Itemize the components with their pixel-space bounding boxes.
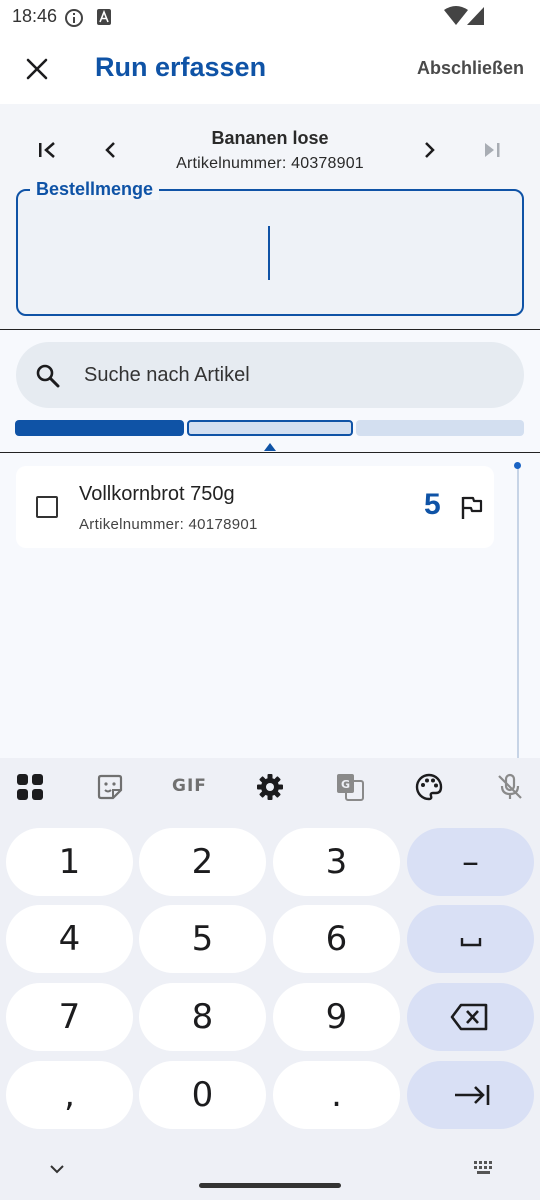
- mic-off-icon[interactable]: [495, 772, 525, 802]
- backspace-icon: [450, 1003, 488, 1031]
- item-quantity: 5: [424, 488, 441, 521]
- item-number: Artikelnummer: 40178901: [79, 516, 258, 533]
- close-icon[interactable]: [20, 52, 54, 86]
- key-period[interactable]: .: [273, 1061, 400, 1129]
- progress-segment-2[interactable]: [187, 420, 353, 436]
- search-bar[interactable]: Suche nach Artikel: [16, 342, 524, 408]
- key-comma[interactable]: ,: [6, 1061, 133, 1129]
- scrollbar-thumb[interactable]: [514, 462, 521, 469]
- flag-icon[interactable]: [458, 494, 486, 527]
- wifi-icon: [444, 6, 468, 31]
- key-3[interactable]: 3: [273, 828, 400, 896]
- hide-keyboard-icon[interactable]: [46, 1158, 68, 1185]
- key-4[interactable]: 4: [6, 905, 133, 973]
- palette-icon[interactable]: [414, 772, 444, 802]
- key-9[interactable]: 9: [273, 983, 400, 1051]
- tab-next-key[interactable]: [407, 1061, 534, 1129]
- quantity-input[interactable]: [16, 189, 524, 316]
- key-1[interactable]: 1: [6, 828, 133, 896]
- gif-button[interactable]: GIF: [172, 776, 208, 806]
- item-checkbox[interactable]: [36, 496, 58, 518]
- backspace-key[interactable]: [407, 983, 534, 1051]
- space-key[interactable]: [407, 905, 534, 973]
- key-minus[interactable]: –: [407, 828, 534, 896]
- finish-button[interactable]: Abschließen: [417, 58, 524, 79]
- signal-icon: [466, 6, 486, 31]
- item-name: Vollkornbrot 750g: [79, 483, 235, 505]
- font-a-icon: [96, 8, 112, 31]
- page-title: Run erfassen: [95, 52, 267, 82]
- gear-icon[interactable]: [255, 772, 285, 802]
- key-0[interactable]: 0: [139, 1061, 266, 1129]
- next-item-icon[interactable]: [414, 134, 446, 166]
- list-item[interactable]: Vollkornbrot 750g Artikelnummer: 4017890…: [16, 466, 494, 548]
- key-7[interactable]: 7: [6, 983, 133, 1051]
- app-bar: Run erfassen Abschließen: [0, 34, 540, 104]
- progress-segment-3[interactable]: [356, 420, 524, 436]
- sticker-icon[interactable]: [95, 772, 125, 802]
- tab-next-icon: [455, 1085, 490, 1105]
- product-name: Bananen lose: [211, 128, 329, 148]
- progress-segment-1[interactable]: [15, 420, 184, 436]
- status-time: 18:46: [12, 6, 58, 26]
- text-cursor: [268, 226, 270, 280]
- apps-grid-icon[interactable]: [15, 772, 45, 802]
- product-number: Artikelnummer: 40378901: [176, 155, 364, 172]
- key-8[interactable]: 8: [139, 983, 266, 1051]
- keyboard-switch-icon[interactable]: [472, 1159, 496, 1182]
- info-icon: [64, 8, 84, 33]
- key-2[interactable]: 2: [139, 828, 266, 896]
- key-5[interactable]: 5: [139, 905, 266, 973]
- translate-icon[interactable]: G: [335, 772, 365, 802]
- active-segment-indicator: [264, 443, 276, 451]
- key-6[interactable]: 6: [273, 905, 400, 973]
- quantity-label: Bestellmenge: [30, 179, 160, 200]
- search-icon: [34, 362, 62, 395]
- last-item-icon[interactable]: [477, 134, 509, 166]
- space-icon: [460, 938, 482, 947]
- on-screen-keyboard: GIF G 1 2 3 – 4 5 6 7 8 9 , 0 .: [0, 758, 540, 1200]
- home-handle[interactable]: [199, 1183, 341, 1188]
- scrollbar[interactable]: [517, 465, 519, 758]
- search-input[interactable]: Suche nach Artikel: [84, 364, 250, 387]
- svg-text:G: G: [341, 778, 350, 791]
- status-bar: 18:46: [0, 0, 540, 34]
- divider: [0, 329, 540, 330]
